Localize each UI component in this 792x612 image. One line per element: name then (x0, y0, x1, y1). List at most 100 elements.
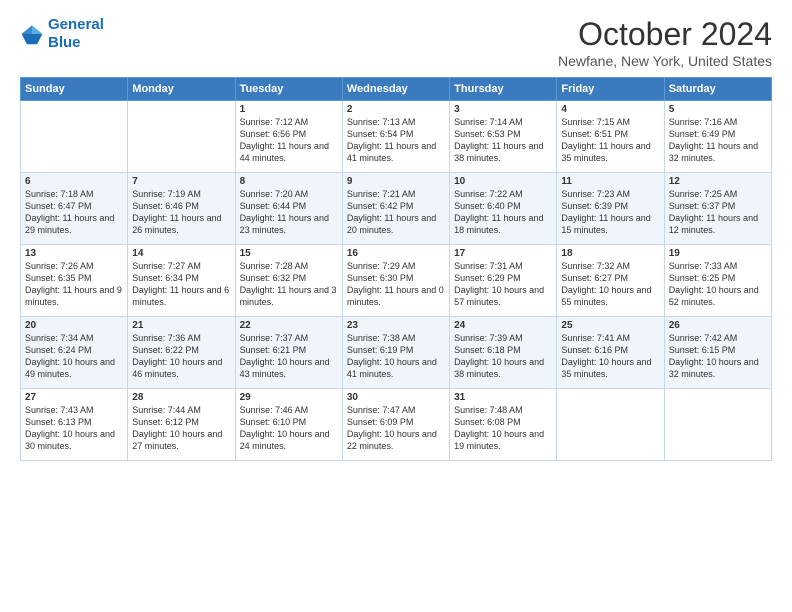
col-wednesday: Wednesday (342, 78, 449, 101)
cell-week4-day4: 24Sunrise: 7:39 AM Sunset: 6:18 PM Dayli… (450, 317, 557, 389)
day-info: Sunrise: 7:19 AM Sunset: 6:46 PM Dayligh… (132, 188, 230, 237)
cell-week4-day6: 26Sunrise: 7:42 AM Sunset: 6:15 PM Dayli… (664, 317, 771, 389)
title-area: October 2024 Newfane, New York, United S… (558, 16, 772, 69)
week-row-3: 13Sunrise: 7:26 AM Sunset: 6:35 PM Dayli… (21, 245, 772, 317)
day-info: Sunrise: 7:44 AM Sunset: 6:12 PM Dayligh… (132, 404, 230, 453)
location: Newfane, New York, United States (558, 53, 772, 69)
day-number: 10 (454, 176, 552, 187)
cell-week1-day6: 5Sunrise: 7:16 AM Sunset: 6:49 PM Daylig… (664, 101, 771, 173)
day-number: 15 (240, 248, 338, 259)
day-info: Sunrise: 7:28 AM Sunset: 6:32 PM Dayligh… (240, 260, 338, 309)
col-monday: Monday (128, 78, 235, 101)
day-info: Sunrise: 7:42 AM Sunset: 6:15 PM Dayligh… (669, 332, 767, 381)
day-info: Sunrise: 7:33 AM Sunset: 6:25 PM Dayligh… (669, 260, 767, 309)
cell-week5-day0: 27Sunrise: 7:43 AM Sunset: 6:13 PM Dayli… (21, 389, 128, 461)
day-info: Sunrise: 7:36 AM Sunset: 6:22 PM Dayligh… (132, 332, 230, 381)
day-number: 31 (454, 392, 552, 403)
day-number: 26 (669, 320, 767, 331)
day-number: 25 (561, 320, 659, 331)
day-info: Sunrise: 7:23 AM Sunset: 6:39 PM Dayligh… (561, 188, 659, 237)
logo-text: General Blue (48, 16, 104, 52)
cell-week3-day4: 17Sunrise: 7:31 AM Sunset: 6:29 PM Dayli… (450, 245, 557, 317)
day-info: Sunrise: 7:22 AM Sunset: 6:40 PM Dayligh… (454, 188, 552, 237)
day-number: 6 (25, 176, 123, 187)
day-number: 16 (347, 248, 445, 259)
day-info: Sunrise: 7:14 AM Sunset: 6:53 PM Dayligh… (454, 116, 552, 165)
day-info: Sunrise: 7:32 AM Sunset: 6:27 PM Dayligh… (561, 260, 659, 309)
day-info: Sunrise: 7:41 AM Sunset: 6:16 PM Dayligh… (561, 332, 659, 381)
day-number: 14 (132, 248, 230, 259)
day-info: Sunrise: 7:46 AM Sunset: 6:10 PM Dayligh… (240, 404, 338, 453)
cell-week4-day3: 23Sunrise: 7:38 AM Sunset: 6:19 PM Dayli… (342, 317, 449, 389)
day-info: Sunrise: 7:39 AM Sunset: 6:18 PM Dayligh… (454, 332, 552, 381)
day-number: 22 (240, 320, 338, 331)
week-row-5: 27Sunrise: 7:43 AM Sunset: 6:13 PM Dayli… (21, 389, 772, 461)
cell-week3-day2: 15Sunrise: 7:28 AM Sunset: 6:32 PM Dayli… (235, 245, 342, 317)
day-info: Sunrise: 7:16 AM Sunset: 6:49 PM Dayligh… (669, 116, 767, 165)
cell-week1-day4: 3Sunrise: 7:14 AM Sunset: 6:53 PM Daylig… (450, 101, 557, 173)
header-row: Sunday Monday Tuesday Wednesday Thursday… (21, 78, 772, 101)
logo: General Blue (20, 16, 104, 52)
day-info: Sunrise: 7:27 AM Sunset: 6:34 PM Dayligh… (132, 260, 230, 309)
calendar-table: Sunday Monday Tuesday Wednesday Thursday… (20, 77, 772, 461)
day-number: 27 (25, 392, 123, 403)
cell-week1-day0 (21, 101, 128, 173)
month-title: October 2024 (558, 16, 772, 53)
day-info: Sunrise: 7:34 AM Sunset: 6:24 PM Dayligh… (25, 332, 123, 381)
day-number: 5 (669, 104, 767, 115)
cell-week4-day1: 21Sunrise: 7:36 AM Sunset: 6:22 PM Dayli… (128, 317, 235, 389)
day-number: 3 (454, 104, 552, 115)
day-number: 24 (454, 320, 552, 331)
day-info: Sunrise: 7:12 AM Sunset: 6:56 PM Dayligh… (240, 116, 338, 165)
day-number: 4 (561, 104, 659, 115)
cell-week3-day5: 18Sunrise: 7:32 AM Sunset: 6:27 PM Dayli… (557, 245, 664, 317)
cell-week5-day6 (664, 389, 771, 461)
cell-week5-day2: 29Sunrise: 7:46 AM Sunset: 6:10 PM Dayli… (235, 389, 342, 461)
day-info: Sunrise: 7:15 AM Sunset: 6:51 PM Dayligh… (561, 116, 659, 165)
col-thursday: Thursday (450, 78, 557, 101)
cell-week5-day1: 28Sunrise: 7:44 AM Sunset: 6:12 PM Dayli… (128, 389, 235, 461)
day-number: 21 (132, 320, 230, 331)
page: General Blue October 2024 Newfane, New Y… (0, 0, 792, 612)
header: General Blue October 2024 Newfane, New Y… (20, 16, 772, 69)
day-number: 12 (669, 176, 767, 187)
col-friday: Friday (557, 78, 664, 101)
week-row-1: 1Sunrise: 7:12 AM Sunset: 6:56 PM Daylig… (21, 101, 772, 173)
cell-week5-day4: 31Sunrise: 7:48 AM Sunset: 6:08 PM Dayli… (450, 389, 557, 461)
cell-week3-day3: 16Sunrise: 7:29 AM Sunset: 6:30 PM Dayli… (342, 245, 449, 317)
cell-week3-day0: 13Sunrise: 7:26 AM Sunset: 6:35 PM Dayli… (21, 245, 128, 317)
day-info: Sunrise: 7:18 AM Sunset: 6:47 PM Dayligh… (25, 188, 123, 237)
calendar-body: 1Sunrise: 7:12 AM Sunset: 6:56 PM Daylig… (21, 101, 772, 461)
day-number: 2 (347, 104, 445, 115)
day-number: 11 (561, 176, 659, 187)
cell-week3-day1: 14Sunrise: 7:27 AM Sunset: 6:34 PM Dayli… (128, 245, 235, 317)
day-number: 1 (240, 104, 338, 115)
cell-week1-day3: 2Sunrise: 7:13 AM Sunset: 6:54 PM Daylig… (342, 101, 449, 173)
cell-week1-day2: 1Sunrise: 7:12 AM Sunset: 6:56 PM Daylig… (235, 101, 342, 173)
day-info: Sunrise: 7:43 AM Sunset: 6:13 PM Dayligh… (25, 404, 123, 453)
cell-week5-day5 (557, 389, 664, 461)
day-number: 30 (347, 392, 445, 403)
day-number: 29 (240, 392, 338, 403)
day-number: 8 (240, 176, 338, 187)
day-info: Sunrise: 7:21 AM Sunset: 6:42 PM Dayligh… (347, 188, 445, 237)
day-number: 18 (561, 248, 659, 259)
day-info: Sunrise: 7:29 AM Sunset: 6:30 PM Dayligh… (347, 260, 445, 309)
day-info: Sunrise: 7:20 AM Sunset: 6:44 PM Dayligh… (240, 188, 338, 237)
cell-week4-day2: 22Sunrise: 7:37 AM Sunset: 6:21 PM Dayli… (235, 317, 342, 389)
week-row-2: 6Sunrise: 7:18 AM Sunset: 6:47 PM Daylig… (21, 173, 772, 245)
cell-week2-day4: 10Sunrise: 7:22 AM Sunset: 6:40 PM Dayli… (450, 173, 557, 245)
day-info: Sunrise: 7:38 AM Sunset: 6:19 PM Dayligh… (347, 332, 445, 381)
cell-week4-day5: 25Sunrise: 7:41 AM Sunset: 6:16 PM Dayli… (557, 317, 664, 389)
day-number: 20 (25, 320, 123, 331)
cell-week2-day2: 8Sunrise: 7:20 AM Sunset: 6:44 PM Daylig… (235, 173, 342, 245)
day-number: 28 (132, 392, 230, 403)
cell-week2-day5: 11Sunrise: 7:23 AM Sunset: 6:39 PM Dayli… (557, 173, 664, 245)
cell-week2-day0: 6Sunrise: 7:18 AM Sunset: 6:47 PM Daylig… (21, 173, 128, 245)
day-info: Sunrise: 7:48 AM Sunset: 6:08 PM Dayligh… (454, 404, 552, 453)
col-sunday: Sunday (21, 78, 128, 101)
day-number: 19 (669, 248, 767, 259)
day-info: Sunrise: 7:13 AM Sunset: 6:54 PM Dayligh… (347, 116, 445, 165)
cell-week3-day6: 19Sunrise: 7:33 AM Sunset: 6:25 PM Dayli… (664, 245, 771, 317)
day-info: Sunrise: 7:37 AM Sunset: 6:21 PM Dayligh… (240, 332, 338, 381)
